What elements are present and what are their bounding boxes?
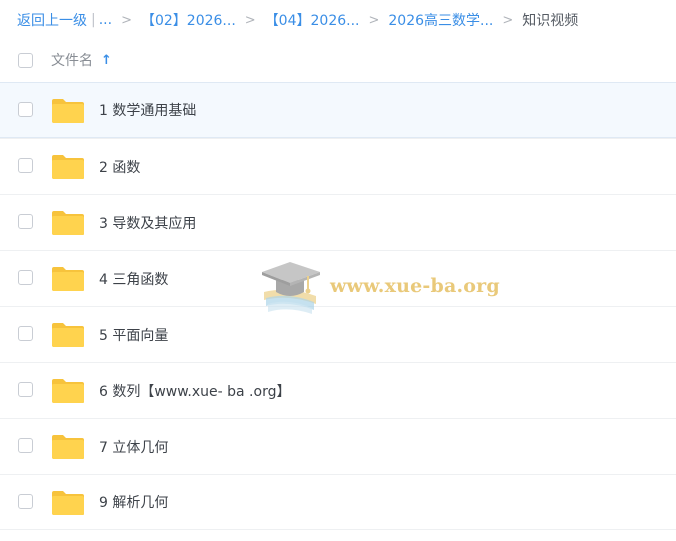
folder-name[interactable]: 9 解析几何 [99,492,168,512]
row-checkbox[interactable] [18,438,33,453]
list-item[interactable]: 9 解析几何 [0,474,676,530]
folder-icon [52,323,84,347]
folder-name[interactable]: 4 三角函数 [99,269,168,289]
row-checkbox[interactable] [18,382,33,397]
folder-icon [52,435,84,459]
breadcrumb-current: 知识视频 [522,13,579,29]
list-item[interactable]: 7 立体几何 [0,418,676,474]
sort-by-name[interactable]: 文件名 ↑ [51,50,112,70]
list-item[interactable]: 6 数列【www.xue- ba .org】 [0,362,676,418]
folder-name[interactable]: 6 数列【www.xue- ba .org】 [99,381,290,401]
file-browser: 返回上一级 | ... > 【02】2026... > 【04】2026... … [0,0,676,541]
back-link[interactable]: 返回上一级 [17,10,87,30]
sort-ascending-icon: ↑ [101,52,112,68]
folder-icon [52,379,84,403]
row-checkbox[interactable] [18,158,33,173]
breadcrumb-item-04[interactable]: 【04】2026... [265,10,360,30]
folder-icon [52,155,84,179]
select-all-checkbox[interactable] [18,52,33,68]
chevron-right-icon: > [121,12,132,28]
list-item[interactable]: 1 数学通用基础 [0,82,676,138]
row-checkbox[interactable] [18,494,33,509]
folder-icon [52,99,84,123]
folder-icon [52,491,84,515]
watermark-text: www.xue-ba.org [330,275,500,297]
folder-name[interactable]: 2 函数 [99,157,140,177]
row-checkbox[interactable] [18,102,33,117]
folder-icon [52,211,84,235]
breadcrumb-item-math[interactable]: 2026高三数学... [388,10,493,30]
folder-name[interactable]: 7 立体几何 [99,437,168,457]
watermark: www.xue-ba.org [258,256,500,322]
folder-name[interactable]: 3 导数及其应用 [99,213,196,233]
row-checkbox[interactable] [18,214,33,229]
folder-icon [52,267,84,291]
breadcrumb-divider: | [91,12,96,28]
chevron-right-icon: > [244,12,256,28]
list-item[interactable]: 3 导数及其应用 [0,194,676,250]
breadcrumb: 返回上一级 | ... > 【02】2026... > 【04】2026... … [17,9,578,31]
list-item[interactable]: 2 函数 [0,138,676,194]
chevron-right-icon: > [368,12,380,28]
list-header: 文件名 ↑ [0,40,676,80]
column-header-filename: 文件名 [51,53,93,69]
row-checkbox[interactable] [18,270,33,285]
breadcrumb-item-02[interactable]: 【02】2026... [141,10,236,30]
folder-name[interactable]: 1 数学通用基础 [99,100,196,120]
graduation-cap-logo [262,262,320,314]
folder-name[interactable]: 5 平面向量 [99,325,168,345]
breadcrumb-ellipsis[interactable]: ... [99,12,112,28]
row-checkbox[interactable] [18,326,33,341]
chevron-right-icon: > [502,12,514,28]
